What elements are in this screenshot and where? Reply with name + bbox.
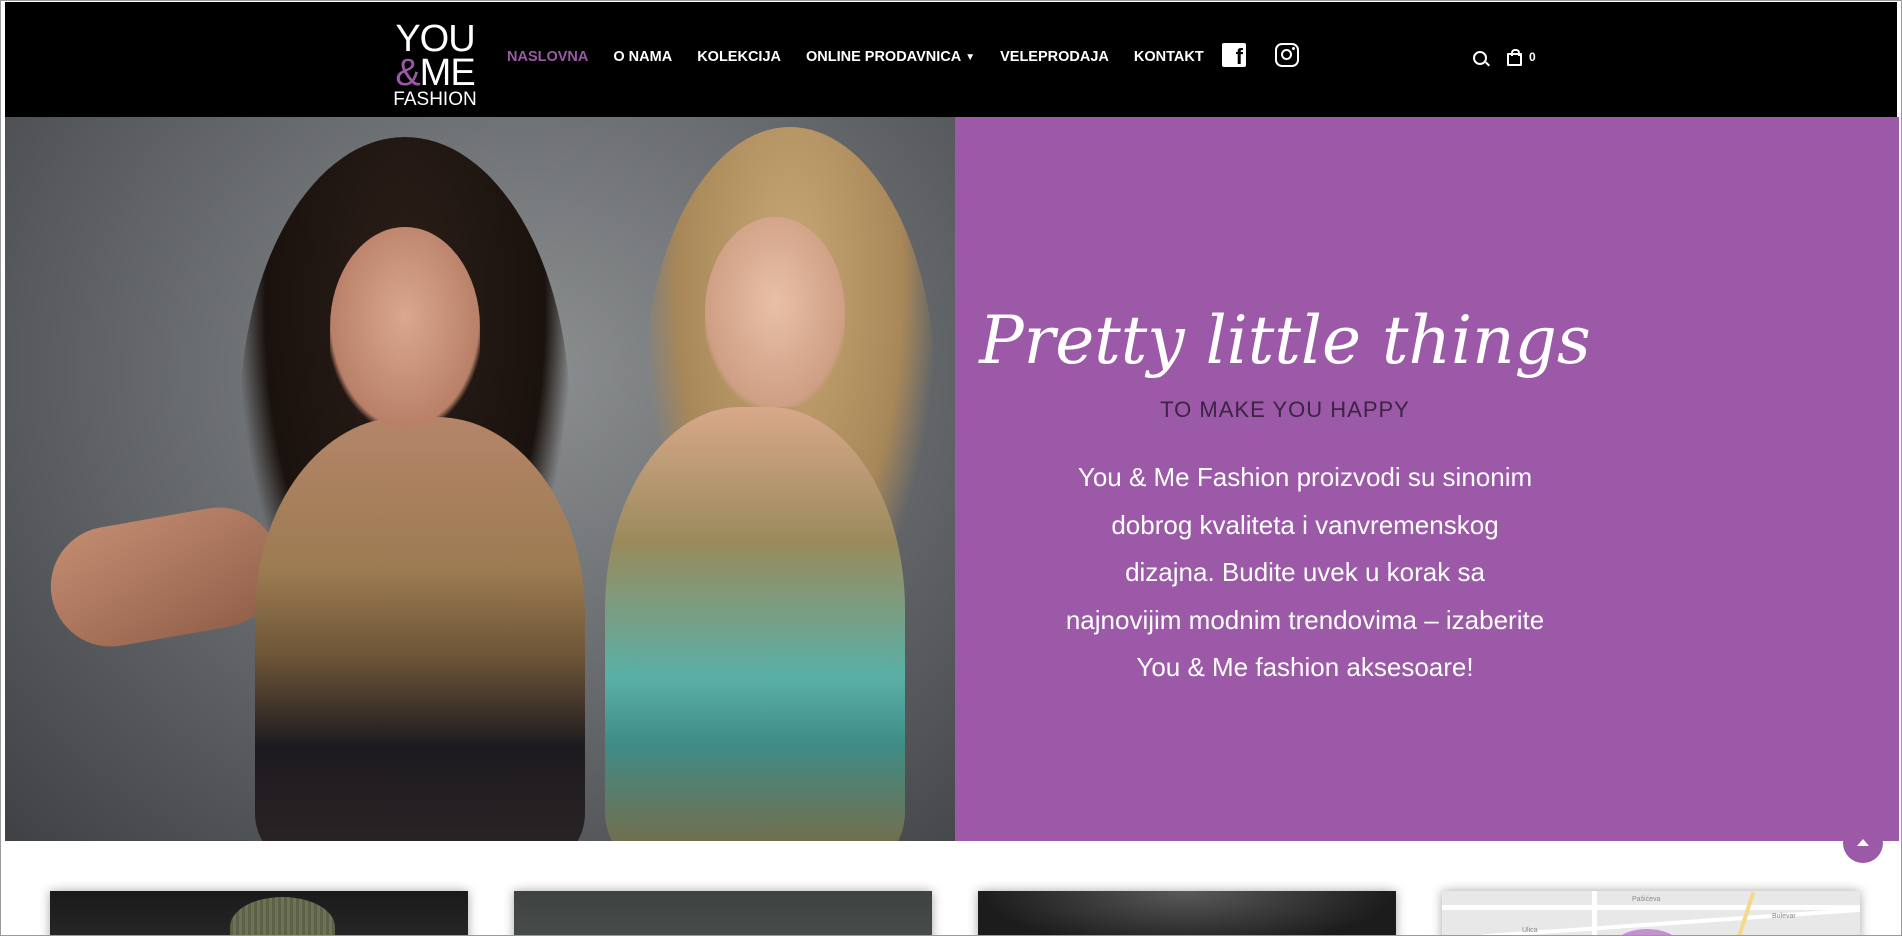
site-header: YOU &ME FASHION NASLOVNA O NAMA KOLEKCIJ… [5, 2, 1897, 117]
nav-kolekcija[interactable]: KOLEKCIJA [697, 49, 781, 65]
map-road [1732, 891, 1756, 935]
hero-subtitle: TO MAKE YOU HAPPY [1160, 397, 1410, 422]
knit-hat-image [230, 897, 335, 935]
site-logo[interactable]: YOU &ME FASHION [385, 20, 485, 109]
map-card[interactable]: Pašićeva Bulevar Ulica [1442, 891, 1860, 935]
model-left-arm [41, 497, 289, 657]
scroll-to-top-button[interactable] [1843, 823, 1883, 863]
page-frame: YOU &ME FASHION NASLOVNA O NAMA KOLEKCIJ… [0, 0, 1902, 936]
map-road [1482, 907, 1860, 935]
hero-text-panel: Pretty little things TO MAKE YOU HAPPY Y… [955, 117, 1899, 841]
chevron-down-icon: ▼ [965, 52, 976, 63]
facebook-glyph: f [1235, 44, 1243, 69]
model-right-face [705, 217, 845, 407]
hero-title: Pretty little things [979, 302, 1591, 379]
instagram-icon[interactable] [1275, 43, 1299, 67]
search-icon[interactable] [1473, 51, 1487, 65]
nav-o-nama[interactable]: O NAMA [613, 49, 672, 65]
map-road [1442, 905, 1860, 910]
model-left-face [330, 227, 480, 427]
cart-icon[interactable] [1507, 49, 1522, 66]
main-nav: NASLOVNA O NAMA KOLEKCIJA ONLINE PRODAVN… [507, 49, 1229, 65]
model-right-body [605, 407, 905, 841]
map-road [1592, 891, 1597, 935]
logo-line-3: FASHION [393, 89, 477, 110]
model-left-body [255, 417, 585, 841]
map-marker [1612, 929, 1682, 935]
nav-online-prodavnica[interactable]: ONLINE PRODAVNICA ▼ [806, 49, 975, 65]
map-label: Pašićeva [1632, 896, 1661, 903]
nav-naslovna[interactable]: NASLOVNA [507, 49, 588, 65]
hero-description: You & Me Fashion proizvodi su sinonim do… [1065, 462, 1545, 682]
hero-image [5, 117, 955, 841]
category-card-3[interactable] [978, 891, 1396, 935]
nav-online-prodavnica-label: ONLINE PRODAVNICA [805, 49, 962, 65]
category-card-2[interactable] [514, 891, 932, 935]
category-card-1[interactable] [50, 891, 468, 935]
logo-me: ME [419, 52, 476, 94]
logo-ampersand: & [395, 52, 420, 94]
map-label: Bulevar [1772, 913, 1796, 920]
cart-count[interactable]: 0 [1529, 50, 1536, 64]
nav-veleprodaja[interactable]: VELEPRODAJA [1000, 49, 1109, 65]
map-label: Ulica [1522, 927, 1538, 934]
logo-line-2: &ME [385, 54, 485, 92]
nav-kontakt[interactable]: KONTAKT [1134, 49, 1204, 65]
facebook-icon[interactable]: f [1222, 43, 1246, 69]
